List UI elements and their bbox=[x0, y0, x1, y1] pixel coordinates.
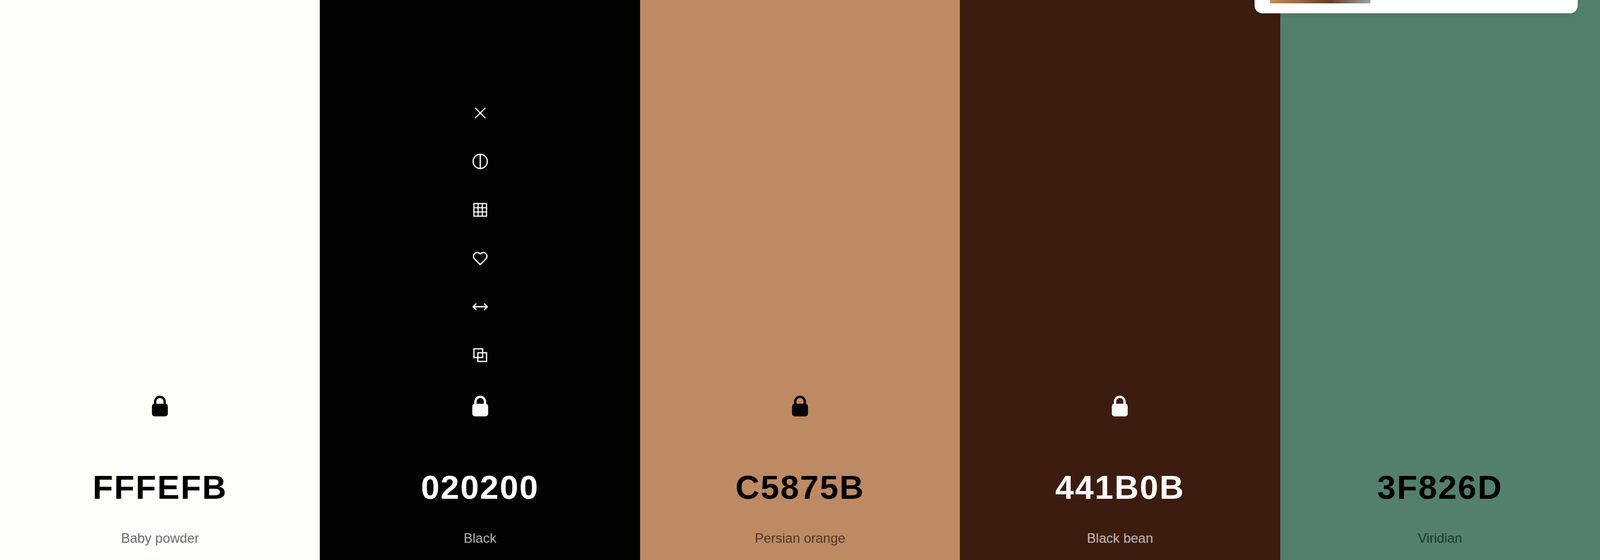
photo-thumbnail bbox=[1270, 0, 1371, 4]
color-column[interactable]: 3F826D Viridian bbox=[1280, 0, 1600, 560]
lock-button[interactable] bbox=[148, 394, 172, 418]
lock-icon bbox=[149, 394, 171, 418]
contrast-button[interactable] bbox=[469, 150, 492, 173]
hex-code[interactable]: 020200 bbox=[421, 467, 540, 509]
photo-popup[interactable] bbox=[1254, 0, 1578, 14]
arrows-button[interactable] bbox=[469, 295, 492, 319]
grid-button[interactable] bbox=[469, 198, 492, 222]
color-column[interactable]: FFFEFB Baby powder bbox=[0, 0, 320, 560]
shades-grid-icon bbox=[470, 200, 490, 220]
lock-button[interactable] bbox=[469, 394, 492, 418]
hex-code[interactable]: 441B0B bbox=[1055, 467, 1185, 509]
drag-arrows-icon bbox=[470, 297, 490, 317]
color-column[interactable]: 020200 Black bbox=[319, 0, 640, 560]
contrast-icon bbox=[470, 152, 490, 172]
color-name[interactable]: Persian orange bbox=[754, 530, 846, 548]
copy-button[interactable] bbox=[469, 344, 492, 367]
color-column[interactable]: 441B0B Black bean bbox=[959, 0, 1280, 560]
color-column[interactable]: C5875B Persian orange bbox=[640, 0, 960, 560]
lock-button[interactable] bbox=[1108, 394, 1131, 418]
color-name[interactable]: Viridian bbox=[1417, 530, 1463, 548]
heart-icon bbox=[470, 249, 490, 268]
column-toolbar bbox=[469, 101, 492, 367]
lock-icon bbox=[789, 394, 811, 418]
lock-button[interactable] bbox=[788, 394, 812, 418]
lock-icon bbox=[1109, 394, 1131, 418]
color-name[interactable]: Black bean bbox=[1086, 530, 1154, 548]
lock-icon bbox=[469, 394, 491, 418]
hex-code[interactable]: 3F826D bbox=[1377, 467, 1503, 509]
color-name[interactable]: Black bbox=[463, 530, 497, 548]
hex-code[interactable]: C5875B bbox=[735, 467, 865, 509]
heart-button[interactable] bbox=[469, 247, 492, 270]
color-name[interactable]: Baby powder bbox=[120, 530, 199, 548]
palette: FFFEFB Baby powder 020200 Black C5875B P… bbox=[0, 0, 1600, 560]
hex-code[interactable]: FFFEFB bbox=[92, 467, 228, 509]
close-icon bbox=[471, 104, 490, 123]
lock-button[interactable] bbox=[1428, 394, 1452, 418]
close-button[interactable] bbox=[469, 101, 492, 125]
copy-icon bbox=[470, 345, 490, 365]
palette-generator: FFFEFB Baby powder 020200 Black C5875B P… bbox=[0, 0, 1600, 560]
